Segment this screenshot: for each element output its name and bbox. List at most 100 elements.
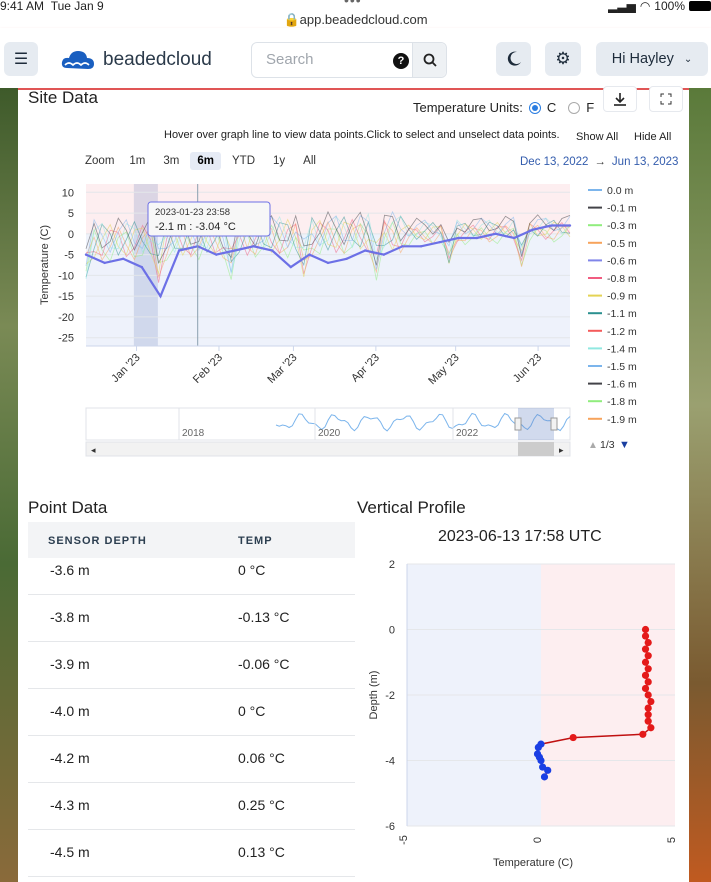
zoom-all[interactable]: All <box>296 152 323 170</box>
search-icon <box>423 53 437 67</box>
series-point <box>326 261 330 265</box>
zoom-6m[interactable]: 6m <box>190 152 221 170</box>
download-button[interactable] <box>603 86 637 112</box>
hide-all-button[interactable]: Hide All <box>634 131 671 143</box>
scrollbar-track <box>85 441 571 457</box>
row-temp: 0.13 °C <box>238 844 285 860</box>
series-point <box>177 249 181 252</box>
unit-c-radio[interactable] <box>528 101 541 114</box>
series-point <box>457 236 460 240</box>
series-point <box>382 253 386 256</box>
zoom-1m[interactable]: 1m <box>122 152 152 170</box>
profile-point <box>534 743 542 751</box>
legend-label: -0.5 m <box>607 238 637 250</box>
series-point <box>122 257 125 260</box>
navigator-label: 2018 <box>182 428 205 439</box>
navigator-handle-right <box>550 417 558 431</box>
legend-label: -1.1 m <box>607 308 637 320</box>
zoom-ytd[interactable]: YTD <box>225 152 262 170</box>
date-from[interactable]: Dec 13, 2022 <box>520 156 588 168</box>
fullscreen-button[interactable] <box>649 86 683 112</box>
chevron-down-icon: ⌄ <box>683 53 693 65</box>
row-temp: -0.06 °C <box>238 656 290 672</box>
col-temp[interactable]: TEMP <box>238 535 273 547</box>
tooltip-title: 2023-01-23 23:58 <box>155 207 230 218</box>
url-bar[interactable]: 🔒app.beadedcloud.com <box>0 12 711 28</box>
temperature-chart[interactable]: 10 5 0 -5 -10 -15 -20 -25 Temperature (C) 2023-01… <box>18 178 689 469</box>
profile-point <box>644 711 652 719</box>
y-tick-label: 10 <box>62 187 74 199</box>
zoom-1y[interactable]: 1y <box>266 152 292 170</box>
multitask-dots-icon[interactable]: ••• <box>344 0 362 8</box>
user-menu-button[interactable]: Hi Hayley ⌄ <box>596 42 708 76</box>
units-label: Temperature Units: <box>413 100 523 115</box>
hamburger-icon: ☰ <box>13 51 29 68</box>
profile-point <box>641 632 650 640</box>
profile-point <box>641 684 650 693</box>
legend-label: -0.1 m <box>607 203 637 215</box>
series-point <box>512 236 516 240</box>
legend-next-icon: ▼ <box>619 439 630 451</box>
profile-point <box>644 665 652 673</box>
navigator-handle-left <box>514 417 522 431</box>
help-icon[interactable]: ? <box>393 53 409 69</box>
x-tick-label: Apr '23 <box>349 352 382 385</box>
show-all-button[interactable]: Show All <box>576 131 618 143</box>
search-button[interactable] <box>412 43 446 77</box>
profile-point <box>647 697 655 706</box>
series-point <box>531 228 534 231</box>
series-point <box>84 253 88 256</box>
profile-point <box>544 766 552 774</box>
series-point <box>140 265 144 269</box>
battery-icon <box>689 1 711 11</box>
legend-label: -0.9 m <box>607 291 637 303</box>
profile-point <box>641 658 650 666</box>
legend-label: -0.6 m <box>607 255 637 267</box>
legend-label: -0.8 m <box>607 273 637 285</box>
temperature-chart-svg[interactable]: 10 5 0 -5 -10 -15 -20 -25 Temperature (C) 2023-01… <box>18 178 689 464</box>
zoom-3m[interactable]: 3m <box>156 152 186 170</box>
legend-label: -1.6 m <box>607 379 637 391</box>
x-tick-label: Mar '23 <box>265 352 299 386</box>
legend-page: 1/3 <box>600 439 615 451</box>
moon-icon <box>507 51 521 66</box>
date-to[interactable]: Jun 13, 2023 <box>612 156 679 168</box>
date-arrow: → <box>594 156 606 168</box>
table-row: -4.3 m 0.25 °C <box>28 783 355 830</box>
profile-point <box>641 645 650 653</box>
settings-button[interactable]: ⚙ <box>545 42 581 76</box>
row-temp: 0.06 °C <box>238 750 285 766</box>
zoom-label: Zoom <box>85 155 115 167</box>
col-sensor-depth[interactable]: SENSOR DEPTH <box>48 535 147 547</box>
y-tick-label: 0 <box>389 625 395 637</box>
scroll-left-icon: ◂ <box>91 445 96 455</box>
legend-prev-icon: ▲ <box>588 440 598 451</box>
series-point <box>475 236 479 240</box>
x-tick-label: May '23 <box>426 352 461 387</box>
table-row: -4.0 m 0 °C <box>28 689 355 736</box>
row-depth: -4.3 m <box>50 797 90 813</box>
vertical-profile-svg[interactable]: 2 0 -2 -4 -6-5 0 5 Depth (m) Temperature (C) <box>357 550 689 880</box>
legend-label: 0.0 m <box>607 185 634 197</box>
y-tick-label: -2 <box>385 690 395 702</box>
series-point <box>233 249 237 252</box>
y-tick-label: 2 <box>389 559 395 571</box>
download-icon <box>614 93 626 106</box>
profile-point <box>540 773 549 781</box>
series-point <box>252 245 255 248</box>
menu-button[interactable]: ☰ <box>4 42 38 76</box>
logo[interactable]: beadedcloud <box>61 48 212 72</box>
wifi-icon: ◠ <box>639 0 651 13</box>
row-depth: -4.0 m <box>50 703 90 719</box>
search-input[interactable] <box>266 51 386 68</box>
y-tick-label: -15 <box>58 291 74 303</box>
row-depth: -3.9 m <box>50 656 90 672</box>
profile-point <box>569 733 577 742</box>
legend-label: -1.8 m <box>607 396 637 408</box>
navigator-label: 2022 <box>456 428 479 439</box>
unit-f-radio[interactable] <box>568 101 581 114</box>
vertical-profile-chart[interactable]: 2 0 -2 -4 -6 -5 0 5 Depth (m) Temperature (C) <box>357 550 689 882</box>
legend-label: -0.3 m <box>607 220 637 232</box>
dark-mode-button[interactable] <box>496 42 531 76</box>
unit-f-label: F <box>586 100 595 115</box>
